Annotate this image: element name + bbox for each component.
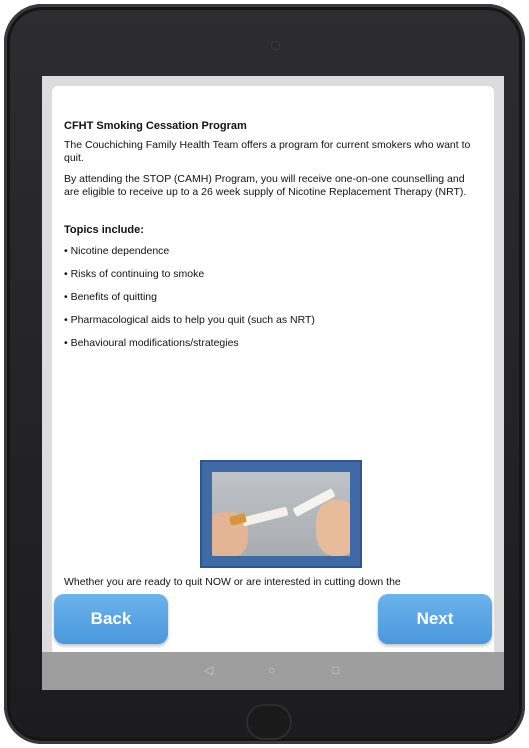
camera-icon xyxy=(272,42,279,49)
app-screen: CFHT Smoking Cessation Program The Couch… xyxy=(42,76,504,690)
continuation-text: Whether you are ready to quit NOW or are… xyxy=(64,576,401,588)
next-button[interactable]: Next xyxy=(378,594,492,644)
cigarette-left-half xyxy=(241,506,289,527)
right-hand-graphic xyxy=(316,500,350,556)
program-content: CFHT Smoking Cessation Program The Couch… xyxy=(64,120,482,360)
topic-item: • Benefits of quitting xyxy=(64,291,157,303)
nav-back-icon[interactable]: ◁ xyxy=(204,663,213,677)
topic-item: • Risks of continuing to smoke xyxy=(64,268,205,280)
broken-cigarette-image xyxy=(200,460,362,568)
topics-heading: Topics include: xyxy=(64,224,144,236)
back-button[interactable]: Back xyxy=(54,594,168,644)
nav-recent-icon[interactable]: □ xyxy=(332,663,339,677)
program-details: By attending the STOP (CAMH) Program, yo… xyxy=(64,173,467,198)
tablet-frame: CFHT Smoking Cessation Program The Couch… xyxy=(4,4,525,744)
content-card: CFHT Smoking Cessation Program The Couch… xyxy=(52,86,494,690)
program-title: CFHT Smoking Cessation Program xyxy=(64,120,247,132)
nav-home-icon[interactable]: ○ xyxy=(268,663,275,677)
home-button[interactable] xyxy=(246,704,292,740)
program-intro: The Couchiching Family Health Team offer… xyxy=(64,139,471,164)
android-navbar: ◁ ○ □ xyxy=(42,652,504,690)
cigarette-photo xyxy=(212,472,350,556)
topic-item: • Pharmacological aids to help you quit … xyxy=(64,314,315,326)
topic-item: • Behavioural modifications/strategies xyxy=(64,337,239,349)
topic-item: • Nicotine dependence xyxy=(64,245,170,257)
